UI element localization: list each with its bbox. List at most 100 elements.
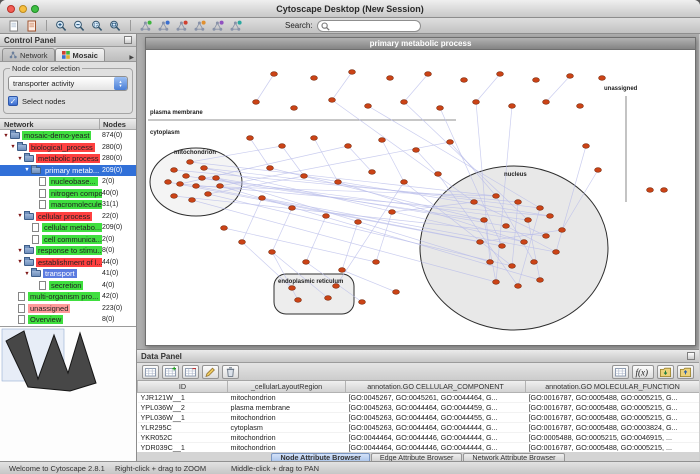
network-node[interactable] xyxy=(365,104,372,109)
expander-icon[interactable]: ▼ xyxy=(2,133,10,139)
network-node[interactable] xyxy=(339,268,346,273)
network-node[interactable] xyxy=(259,196,266,201)
network-edge[interactable] xyxy=(224,228,376,262)
network-node[interactable] xyxy=(493,194,500,199)
network-edge[interactable] xyxy=(416,150,438,174)
network-node[interactable] xyxy=(239,240,246,245)
network-node[interactable] xyxy=(401,180,408,185)
network-node[interactable] xyxy=(515,284,522,289)
network-node[interactable] xyxy=(461,78,468,83)
select-nodes-checkbox[interactable]: ✓ xyxy=(8,96,18,106)
network-node[interactable] xyxy=(171,168,178,173)
network-node[interactable] xyxy=(499,244,506,249)
network-node[interactable] xyxy=(473,100,480,105)
network-node[interactable] xyxy=(295,298,302,303)
tree-row[interactable]: macromolecule...31(1) xyxy=(0,199,136,211)
tree-row[interactable]: secretion4(0) xyxy=(0,280,136,292)
network-node[interactable] xyxy=(537,278,544,283)
network-node[interactable] xyxy=(533,78,540,83)
network-edge[interactable] xyxy=(342,222,358,270)
new-document-icon[interactable] xyxy=(6,19,21,32)
select-attributes-icon[interactable] xyxy=(142,365,159,379)
vizmapper-icon[interactable] xyxy=(210,19,225,32)
delete-attribute-icon[interactable] xyxy=(182,365,199,379)
network-node[interactable] xyxy=(547,214,554,219)
network-node[interactable] xyxy=(369,170,376,175)
table-row[interactable]: YJR121W__1mitochondrion[GO:0045267, GO:0… xyxy=(138,392,700,402)
network-node[interactable] xyxy=(373,260,380,265)
network-node[interactable] xyxy=(559,228,566,233)
maximize-window-button[interactable] xyxy=(31,5,39,13)
network-node[interactable] xyxy=(509,264,516,269)
network-node[interactable] xyxy=(537,206,544,211)
network-node[interactable] xyxy=(349,70,356,75)
network-node[interactable] xyxy=(493,280,500,285)
network-node[interactable] xyxy=(471,200,478,205)
network-node[interactable] xyxy=(271,72,278,77)
tree-row[interactable]: unassigned223(0) xyxy=(0,303,136,315)
network-edge[interactable] xyxy=(332,72,352,100)
formula-builder-button[interactable]: f(x) xyxy=(632,365,654,379)
network-node[interactable] xyxy=(543,234,550,239)
tree-row[interactable]: Overview8(0) xyxy=(0,314,136,326)
table-mode-icon[interactable] xyxy=(612,365,629,379)
network-node[interactable] xyxy=(177,182,184,187)
column-header[interactable]: annotation.GO MOLECULAR_FUNCTION xyxy=(526,381,700,392)
network-node[interactable] xyxy=(279,144,286,149)
tree-row[interactable]: ▼cellular process22(0) xyxy=(0,211,136,223)
network-edge[interactable] xyxy=(382,140,404,182)
minimize-window-button[interactable] xyxy=(19,5,27,13)
network-edge[interactable] xyxy=(348,146,372,172)
network-node[interactable] xyxy=(567,74,574,79)
network-node[interactable] xyxy=(267,166,274,171)
network-node[interactable] xyxy=(193,184,200,189)
table-row[interactable]: YPL036W__2plasma membrane[GO:0045263, GO… xyxy=(138,402,700,412)
apply-layout-icon[interactable] xyxy=(192,19,207,32)
network-node[interactable] xyxy=(301,174,308,179)
network-node[interactable] xyxy=(345,144,352,149)
edit-attribute-icon[interactable] xyxy=(202,365,219,379)
network-node[interactable] xyxy=(595,168,602,173)
attribute-header-row[interactable]: ID_cellularLayoutRegionannotation.GO CEL… xyxy=(138,381,700,392)
network-node[interactable] xyxy=(509,104,516,109)
tree-row[interactable]: cell communica...2(0) xyxy=(0,234,136,246)
table-row[interactable]: YPL036W__1mitochondrion[GO:0045263, GO:0… xyxy=(138,412,700,422)
network-node[interactable] xyxy=(189,198,196,203)
tab-network[interactable]: Network xyxy=(2,48,55,61)
network-node[interactable] xyxy=(165,180,172,185)
network-node[interactable] xyxy=(171,194,178,199)
network-frame-title[interactable]: primary metabolic process xyxy=(146,38,695,50)
network-node[interactable] xyxy=(221,226,228,231)
network-canvas[interactable]: mitochondrionnucleusendoplasmic reticulu… xyxy=(146,50,695,345)
tree-row[interactable]: multi-organism pro...42(0) xyxy=(0,291,136,303)
network-node[interactable] xyxy=(329,98,336,103)
network-node[interactable] xyxy=(413,148,420,153)
network-node[interactable] xyxy=(183,174,190,179)
network-node[interactable] xyxy=(325,296,332,301)
network-node[interactable] xyxy=(187,160,194,165)
delete-rows-icon[interactable] xyxy=(222,365,239,379)
zoom-fit-icon[interactable] xyxy=(108,19,123,32)
tree-row[interactable]: nucleobase...2(0) xyxy=(0,176,136,188)
network-node[interactable] xyxy=(323,214,330,219)
network-edge[interactable] xyxy=(272,208,292,252)
network-node[interactable] xyxy=(253,100,260,105)
import-attributes-icon[interactable] xyxy=(657,365,674,379)
network-node[interactable] xyxy=(213,176,220,181)
network-node[interactable] xyxy=(515,200,522,205)
network-node[interactable] xyxy=(269,250,276,255)
table-row[interactable]: YLR295Ccytoplasm[GO:0045263, GO:0044464,… xyxy=(138,422,700,432)
table-row[interactable]: YKR052Cmitochondrion[GO:0044464, GO:0044… xyxy=(138,432,700,442)
network-node[interactable] xyxy=(303,260,310,265)
network-node[interactable] xyxy=(205,192,212,197)
node-color-dropdown[interactable]: transporter activity ▲▼ xyxy=(8,76,128,91)
column-header[interactable]: ID xyxy=(138,381,228,392)
network-edge[interactable] xyxy=(306,216,326,262)
tree-row[interactable]: ▼transport41(0) xyxy=(0,268,136,280)
column-header[interactable]: annotation.GO CELLULAR_COMPONENT xyxy=(346,381,526,392)
tree-row[interactable]: nitrogen compo...40(0) xyxy=(0,188,136,200)
expander-icon[interactable]: ▼ xyxy=(9,144,17,150)
network-edge[interactable] xyxy=(476,74,500,102)
network-node[interactable] xyxy=(335,180,342,185)
plugin-manager-icon[interactable] xyxy=(228,19,243,32)
